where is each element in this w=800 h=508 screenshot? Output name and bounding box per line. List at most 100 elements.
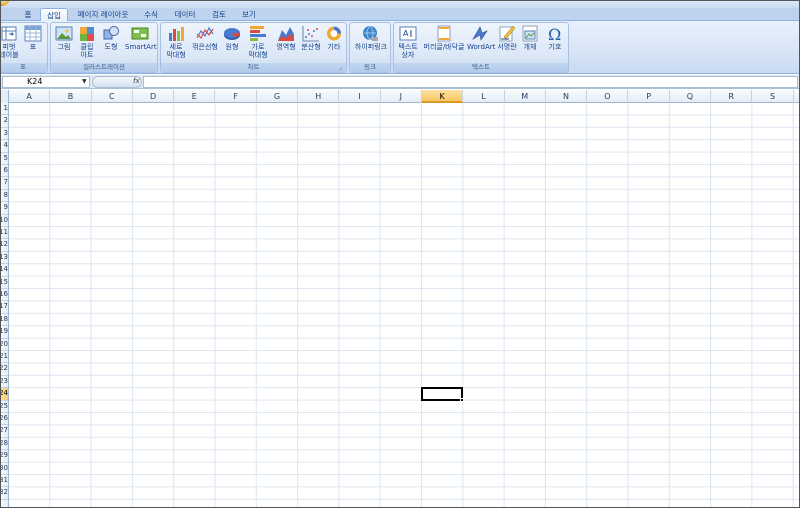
row-header-28[interactable]: 28 [0,438,8,451]
scatter-chart-button[interactable]: 분산형 [299,25,323,51]
row-header-29[interactable]: 29 [0,450,8,463]
column-chart-button[interactable]: 세로 막대형 [163,25,189,59]
column-header-K[interactable]: K [422,90,464,103]
row-header-19[interactable]: 19 [0,326,8,339]
column-header-N[interactable]: N [546,90,588,103]
active-cell-outline[interactable] [421,387,464,401]
tab-home[interactable]: 홈 [18,8,38,21]
pie-chart-button[interactable]: 원형 [221,25,243,51]
header-footer-button[interactable]: 머리글/바닥글 [421,25,467,51]
tab-page-layout[interactable]: 페이지 레이아웃 [72,8,134,21]
column-header-I[interactable]: I [339,90,381,103]
bar-chart-label: 가로 막대형 [248,43,268,59]
table-label: 표 [29,43,37,51]
insert-function-icon[interactable]: fx [133,77,140,85]
column-header-P[interactable]: P [629,90,670,103]
column-headers: ABCDEFGHIJKLMNOPQRS [0,90,800,103]
cell-grid[interactable] [9,103,800,508]
row-header-14[interactable]: 14 [0,264,8,277]
column-header-R[interactable]: R [711,90,753,103]
shapes-button[interactable]: 도형 [101,25,121,51]
name-box-dropdown-icon[interactable]: ▼ [82,78,87,85]
area-chart-icon [278,27,294,41]
office-button-icon[interactable] [0,0,10,6]
signature-line-button[interactable]: 서명란 [496,25,518,51]
column-header-C[interactable]: C [92,90,133,103]
column-header-S[interactable]: S [752,90,794,103]
column-header-M[interactable]: M [505,90,546,103]
svg-text:Ω: Ω [548,25,561,42]
object-button[interactable]: 개체 [520,25,540,51]
row-header-5[interactable]: 5 [0,153,8,165]
charts-dialog-launcher-icon[interactable]: ⌟ [339,65,345,71]
row-header-6[interactable]: 6 [0,165,8,178]
row-header-7[interactable]: 7 [0,177,8,190]
column-header-J[interactable]: J [381,90,422,103]
select-all-button[interactable] [0,90,9,103]
row-header-4[interactable]: 4 [0,140,8,153]
tab-review[interactable]: 검토 [206,8,232,21]
column-header-G[interactable]: G [257,90,299,103]
picture-label: 그림 [57,43,71,51]
column-header-B[interactable]: B [50,90,92,103]
row-header-26[interactable]: 26 [0,413,8,426]
row-header-3[interactable]: 3 [0,128,8,141]
column-header-H[interactable]: H [298,90,340,103]
fill-handle[interactable] [460,397,465,402]
hyperlink-button[interactable]: 하이퍼링크 [351,25,391,51]
pivot-table-icon [1,26,17,41]
pivot-table-button[interactable]: 피벗 테이블 [0,25,19,59]
row-header-17[interactable]: 17 [0,301,8,314]
column-header-A[interactable]: A [9,90,51,103]
row-header-9[interactable]: 9 [0,202,8,215]
textbox-button[interactable]: A 텍스트 상자 [396,25,420,59]
row-header-15[interactable]: 15 [0,277,8,289]
row-header-10[interactable]: 10 [0,215,8,227]
tab-view[interactable]: 보기 [236,8,262,21]
column-header-F[interactable]: F [216,90,257,103]
row-header-24[interactable]: 24 [0,388,8,401]
table-button[interactable]: 표 [23,25,43,51]
row-header-30[interactable]: 30 [0,463,8,475]
area-chart-button[interactable]: 영역형 [273,25,299,51]
formula-input[interactable] [143,76,798,88]
tab-formulas[interactable]: 수식 [138,8,164,21]
row-header-1[interactable]: 1 [0,103,8,116]
column-header-D[interactable]: D [133,90,175,103]
column-header-O[interactable]: O [587,90,629,103]
row-header-22[interactable]: 22 [0,363,8,376]
row-header-20[interactable]: 20 [0,339,8,351]
row-header-18[interactable]: 18 [0,314,8,327]
line-chart-button[interactable]: 꺾은선형 [191,25,219,51]
row-header-32[interactable]: 32 [0,487,8,500]
row-header-31[interactable]: 31 [0,475,8,488]
picture-button[interactable]: 그림 [54,25,74,51]
line-chart-label: 꺾은선형 [192,43,218,51]
line-chart-icon [196,26,214,40]
group-tables: 피벗 테이블 표 표 [0,22,48,73]
other-charts-button[interactable]: 기타 [323,25,345,51]
row-header-27[interactable]: 27 [0,425,8,438]
row-header-25[interactable]: 25 [0,401,8,413]
name-box[interactable]: K24 [2,76,90,88]
row-header-8[interactable]: 8 [0,190,8,203]
row-header-12[interactable]: 12 [0,239,8,252]
row-header-2[interactable]: 2 [0,115,8,128]
row-header-11[interactable]: 11 [0,227,8,240]
column-header-E[interactable]: E [174,90,216,103]
picture-icon [55,26,73,41]
row-header-13[interactable]: 13 [0,252,8,265]
column-header-Q[interactable]: Q [670,90,712,103]
row-header-21[interactable]: 21 [0,351,8,364]
clipart-button[interactable]: 클립 아트 [77,25,97,59]
symbol-button[interactable]: Ω 기호 [544,25,566,51]
smartart-label: SmartArt [125,43,157,51]
column-header-L[interactable]: L [463,90,505,103]
tab-data[interactable]: 데이터 [168,8,202,21]
bar-chart-button[interactable]: 가로 막대형 [245,25,271,59]
tab-insert[interactable]: 삽입 [40,8,68,22]
row-header-16[interactable]: 16 [0,289,8,302]
wordart-button[interactable]: WordArt [467,25,495,51]
smartart-button[interactable]: SmartArt [125,25,157,51]
row-header-23[interactable]: 23 [0,376,8,389]
